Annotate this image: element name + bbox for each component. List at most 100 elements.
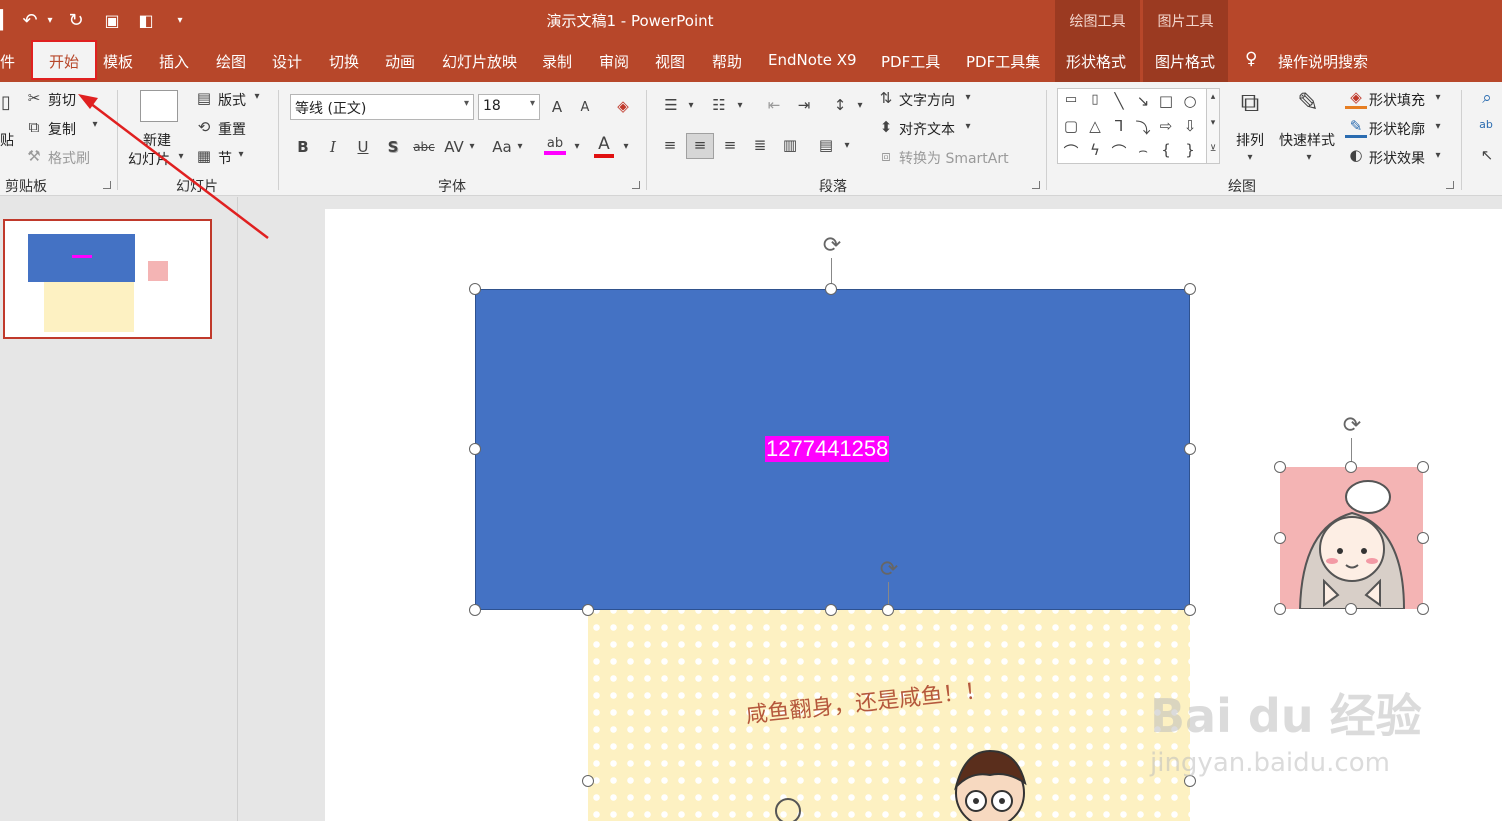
- rounded-rect-icon[interactable]: ▢: [1060, 117, 1082, 135]
- cut-button[interactable]: 剪切: [48, 90, 76, 110]
- font-name-combo[interactable]: 等线 (正文) ▾: [290, 94, 474, 120]
- resize-handle[interactable]: [582, 775, 594, 787]
- tab-draw[interactable]: 绘图: [216, 51, 246, 72]
- oval-shape-icon[interactable]: ○: [1179, 92, 1201, 110]
- right-arrow-shape-icon[interactable]: ⇨: [1155, 117, 1177, 135]
- rotate-handle-icon[interactable]: ⟳: [1338, 412, 1366, 440]
- tab-slideshow[interactable]: 幻灯片放映: [442, 51, 517, 72]
- right-brace-icon[interactable]: }: [1179, 141, 1201, 159]
- tab-review[interactable]: 审阅: [599, 51, 629, 72]
- tab-transition[interactable]: 切换: [329, 51, 359, 72]
- curve-shape-icon[interactable]: ⌒: [1108, 141, 1130, 162]
- numbering-dropdown-icon[interactable]: ▾: [735, 100, 745, 111]
- arrange-button[interactable]: 排列: [1236, 130, 1264, 150]
- rectangle-text[interactable]: 1277441258: [765, 436, 890, 462]
- left-brace-icon[interactable]: {: [1155, 141, 1177, 159]
- paste-icon[interactable]: ▯: [0, 92, 12, 113]
- textbox-shape-icon[interactable]: ▭: [1060, 92, 1082, 107]
- tab-insert[interactable]: 插入: [159, 51, 189, 72]
- align-left-icon[interactable]: ≡: [658, 136, 682, 154]
- shape-effect-button[interactable]: 形状效果: [1369, 148, 1425, 168]
- change-case-button[interactable]: Aa: [491, 138, 513, 156]
- text-direction-dropdown-icon[interactable]: ▾: [963, 92, 973, 103]
- shape-fill-dropdown-icon[interactable]: ▾: [1433, 92, 1443, 103]
- resize-handle[interactable]: [469, 283, 481, 295]
- quick-styles-dropdown-icon[interactable]: ▾: [1304, 152, 1314, 163]
- resize-handle[interactable]: [469, 604, 481, 616]
- tab-pdf-toolset[interactable]: PDF工具集: [966, 51, 1040, 72]
- shrink-font-icon[interactable]: A: [578, 100, 592, 115]
- bullets-dropdown-icon[interactable]: ▾: [686, 100, 696, 111]
- underline-button[interactable]: U: [355, 138, 371, 156]
- girl-sticker-picture[interactable]: [1280, 467, 1423, 609]
- layout-button[interactable]: 版式: [218, 90, 246, 110]
- resize-handle[interactable]: [582, 604, 594, 616]
- tab-help[interactable]: 帮助: [712, 51, 742, 72]
- format-painter-button[interactable]: 格式刷: [48, 148, 90, 168]
- grow-font-icon[interactable]: A: [549, 98, 565, 116]
- section-button[interactable]: 节: [218, 148, 232, 168]
- line-spacing-icon[interactable]: ↕: [828, 96, 852, 114]
- tab-home[interactable]: 开始: [31, 51, 97, 72]
- tab-shape-format[interactable]: 形状格式: [1066, 51, 1126, 72]
- tab-picture-format[interactable]: 图片格式: [1155, 51, 1215, 72]
- char-spacing-dropdown-icon[interactable]: ▾: [467, 141, 477, 152]
- undo-icon[interactable]: ↶: [18, 8, 42, 32]
- tab-view[interactable]: 视图: [655, 51, 685, 72]
- tab-file[interactable]: 件: [0, 51, 15, 72]
- section-dropdown-icon[interactable]: ▾: [236, 149, 246, 160]
- resize-handle[interactable]: [469, 443, 481, 455]
- reset-button[interactable]: 重置: [218, 119, 246, 139]
- highlight-button[interactable]: ab: [544, 136, 566, 155]
- resize-handle[interactable]: [1345, 603, 1357, 615]
- clear-formatting-icon[interactable]: ◈: [612, 97, 634, 115]
- align-text-dropdown-icon[interactable]: ▾: [963, 121, 973, 132]
- layout-dropdown-icon[interactable]: ▾: [252, 91, 262, 102]
- rotate-handle-icon[interactable]: ⟳: [875, 556, 903, 584]
- save-icon[interactable]: ▌: [0, 8, 10, 32]
- justify-icon[interactable]: ≣: [748, 136, 772, 154]
- gallery-down-icon[interactable]: ▾: [1206, 118, 1220, 128]
- arc-shape-icon[interactable]: ⌢: [1132, 141, 1154, 159]
- font-launcher-icon[interactable]: [632, 181, 640, 189]
- new-slide-dropdown-icon[interactable]: ▾: [176, 151, 186, 162]
- highlight-dropdown-icon[interactable]: ▾: [572, 141, 582, 152]
- shape-outline-button[interactable]: 形状轮廓: [1369, 119, 1425, 139]
- increase-indent-icon[interactable]: ⇥: [792, 96, 816, 114]
- shadow-button[interactable]: S: [385, 138, 401, 156]
- rotate-handle-icon[interactable]: ⟳: [818, 232, 846, 260]
- undo-dropdown-icon[interactable]: ▾: [44, 8, 56, 32]
- copy-button[interactable]: 复制: [48, 119, 76, 139]
- redo-icon[interactable]: ↻: [64, 8, 88, 32]
- columns-icon[interactable]: ▤: [814, 136, 838, 154]
- smartart-button[interactable]: 转换为 SmartArt: [899, 148, 1009, 168]
- elbow-connector-icon[interactable]: ⅂: [1108, 117, 1130, 135]
- resize-handle[interactable]: [1417, 603, 1429, 615]
- new-slide-icon[interactable]: [140, 90, 178, 122]
- shape-effect-dropdown-icon[interactable]: ▾: [1433, 150, 1443, 161]
- new-slide-label-1[interactable]: 新建: [143, 130, 171, 150]
- tab-pdf-tools[interactable]: PDF工具: [881, 51, 940, 72]
- select-icon[interactable]: ↖: [1476, 146, 1498, 164]
- arrange-dropdown-icon[interactable]: ▾: [1245, 152, 1255, 163]
- resize-handle[interactable]: [1274, 532, 1286, 544]
- resize-handle[interactable]: [1184, 604, 1196, 616]
- bold-button[interactable]: B: [295, 138, 311, 156]
- vertical-textbox-icon[interactable]: ▯: [1084, 92, 1106, 107]
- align-text-button[interactable]: 对齐文本: [899, 119, 955, 139]
- columns-dropdown-icon[interactable]: ▾: [842, 140, 852, 151]
- freeform-shape-icon[interactable]: ⌒: [1060, 141, 1082, 162]
- resize-handle[interactable]: [882, 604, 894, 616]
- rectangle-shape-icon[interactable]: □: [1155, 92, 1177, 110]
- quick-styles-button[interactable]: 快速样式: [1279, 130, 1335, 150]
- down-arrow-shape-icon[interactable]: ⇩: [1179, 117, 1201, 135]
- slideshow-icon[interactable]: ▣: [100, 8, 124, 32]
- arrow-line-icon[interactable]: ↘: [1132, 92, 1154, 110]
- tab-template[interactable]: 模板: [103, 51, 133, 72]
- resize-handle[interactable]: [825, 604, 837, 616]
- resize-handle[interactable]: [1274, 603, 1286, 615]
- strikethrough-button[interactable]: abc: [411, 140, 437, 154]
- font-size-combo[interactable]: 18 ▾: [478, 94, 540, 120]
- shape-outline-dropdown-icon[interactable]: ▾: [1433, 121, 1443, 132]
- distributed-icon[interactable]: ▥: [778, 136, 802, 154]
